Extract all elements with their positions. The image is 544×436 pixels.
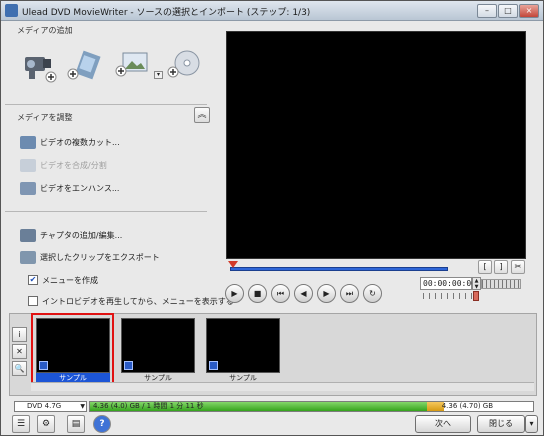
divider xyxy=(5,211,207,212)
collapse-section-button[interactable]: ︽ xyxy=(194,107,210,123)
enhance-video-item[interactable]: ビデオをエンハンス... xyxy=(20,180,119,196)
capacity-meter: 4.36 (4.0) GB / 1 時間 1 分 11 秒 4.36 (4.70… xyxy=(89,401,534,412)
timecode-spinner[interactable]: ▲ ▼ xyxy=(472,277,481,290)
chapter-edit-label: チャプタの追加/編集... xyxy=(40,230,123,240)
play-button[interactable]: ▶ xyxy=(225,284,244,303)
cut-button[interactable]: ✂ xyxy=(511,260,525,274)
join-split-video-item: ビデオを合成/分割 xyxy=(20,157,107,173)
help-button[interactable]: ? xyxy=(93,415,111,433)
stop-button[interactable]: ■ xyxy=(248,284,267,303)
add-media-heading: メディアの追加 xyxy=(17,26,73,35)
multi-trim-icon xyxy=(20,135,36,149)
footer-bar: ☰ ⚙ ▤ ? 次へ 閉じる ▾ xyxy=(1,413,543,435)
next-frame-button[interactable]: ▶ xyxy=(317,284,336,303)
zoom-button[interactable]: 🔍 xyxy=(12,361,27,376)
chapter-edit-item[interactable]: チャプタの追加/編集... xyxy=(20,227,122,243)
add-image-dropdown[interactable]: ▾ xyxy=(154,71,163,79)
title-bar: Ulead DVD MovieWriter - ソースの選択とインポート (ステ… xyxy=(1,1,543,21)
film-icon: ▤ xyxy=(71,419,81,429)
repeat-button[interactable]: ↻ xyxy=(363,284,382,303)
mark-in-button[interactable]: [ xyxy=(478,260,492,274)
clip-thumbnail[interactable]: サンプル xyxy=(121,318,195,382)
add-image-button[interactable] xyxy=(113,47,153,84)
capacity-used-text: 4.36 (4.0) GB / 1 時間 1 分 11 秒 xyxy=(93,402,204,410)
close-menu-dropdown[interactable]: ▾ xyxy=(525,415,538,433)
home-button[interactable]: ⏮ xyxy=(271,284,290,303)
chevron-down-icon: ▼ xyxy=(80,403,85,410)
minimize-button[interactable]: – xyxy=(477,4,497,18)
transport-controls: ▶ ■ ⏮ ◀ ▶ ⏭ ↻ xyxy=(225,284,382,303)
close-button[interactable]: × xyxy=(519,4,539,18)
disc-type-value: DVD 4.7G xyxy=(27,402,62,410)
intro-video-option[interactable]: イントロビデオを再生してから、メニューを表示する xyxy=(28,293,234,309)
chapter-icon xyxy=(20,228,36,242)
create-menu-label: メニューを作成 xyxy=(42,275,98,285)
scrubber-track[interactable] xyxy=(230,267,448,271)
app-window: Ulead DVD MovieWriter - ソースの選択とインポート (ステ… xyxy=(0,0,544,436)
mark-out-button[interactable]: ] xyxy=(494,260,508,274)
disc-icon xyxy=(167,50,200,78)
export-clip-item[interactable]: 選択したクリップをエクスポート xyxy=(20,249,160,265)
window-title: Ulead DVD MovieWriter - ソースの選択とインポート (ステ… xyxy=(22,8,311,18)
create-menu-checkbox[interactable]: ✔ xyxy=(28,275,38,285)
export-icon xyxy=(20,250,36,264)
import-disc-button[interactable] xyxy=(165,47,205,86)
playhead-marker[interactable] xyxy=(228,261,238,268)
enhance-video-label: ビデオをエンハンス... xyxy=(40,183,120,193)
add-video-button[interactable] xyxy=(65,45,105,88)
intro-video-label: イントロビデオを再生してから、メニューを表示する xyxy=(42,296,234,306)
delete-clip-button[interactable]: ✕ xyxy=(12,344,27,359)
video-clip-icon xyxy=(209,361,218,370)
close-project-button[interactable]: 閉じる xyxy=(477,415,525,433)
next-button[interactable]: 次へ xyxy=(415,415,471,433)
info-button[interactable]: i xyxy=(12,327,27,342)
library-scrollbar[interactable] xyxy=(31,382,534,391)
project-settings-button[interactable]: ☰ xyxy=(12,415,30,433)
edit-media-heading: メディアを調整 xyxy=(17,113,73,122)
intro-video-checkbox[interactable] xyxy=(28,296,38,306)
gear-icon: ⚙ xyxy=(41,419,51,429)
preferences-button[interactable]: ⚙ xyxy=(37,415,55,433)
capacity-total-text: 4.36 (4.70) GB xyxy=(441,402,493,410)
library-tools: i ✕ 🔍 xyxy=(12,327,27,376)
playback-settings-button[interactable]: ▤ xyxy=(67,415,85,433)
previous-frame-button[interactable]: ◀ xyxy=(294,284,313,303)
filmstrip-icon xyxy=(67,50,101,80)
timeline-scrubber[interactable] xyxy=(228,261,448,273)
capture-video-button[interactable] xyxy=(19,47,63,90)
clip-thumbnail[interactable]: サンプル xyxy=(206,318,280,382)
jog-slider-thumb[interactable] xyxy=(473,291,479,301)
video-preview xyxy=(226,31,526,259)
selection-highlight xyxy=(31,313,114,390)
video-clip-icon xyxy=(124,361,133,370)
divider xyxy=(5,104,207,105)
jog-wheel[interactable] xyxy=(481,279,521,289)
timecode-ruler xyxy=(423,293,473,299)
maximize-button[interactable]: □ xyxy=(498,4,518,18)
camcorder-icon xyxy=(25,57,57,83)
end-button[interactable]: ⏭ xyxy=(340,284,359,303)
multi-trim-video-item[interactable]: ビデオの複数カット... xyxy=(20,134,120,150)
join-split-icon xyxy=(20,158,36,172)
photo-icon xyxy=(115,52,148,77)
create-menu-option[interactable]: ✔ メニューを作成 xyxy=(28,272,98,288)
join-split-video-label: ビデオを合成/分割 xyxy=(40,160,107,170)
enhance-icon xyxy=(20,181,36,195)
disc-capacity: DVD 4.7G ▼ 4.36 (4.0) GB / 1 時間 1 分 11 秒… xyxy=(14,401,534,412)
list-icon: ☰ xyxy=(16,419,26,429)
app-icon xyxy=(5,4,18,17)
timecode-field[interactable]: 00:00:00:00 xyxy=(420,277,476,290)
disc-type-select[interactable]: DVD 4.7G ▼ xyxy=(14,401,87,412)
export-clip-label: 選択したクリップをエクスポート xyxy=(40,252,160,262)
multi-trim-video-label: ビデオの複数カット... xyxy=(40,137,120,147)
